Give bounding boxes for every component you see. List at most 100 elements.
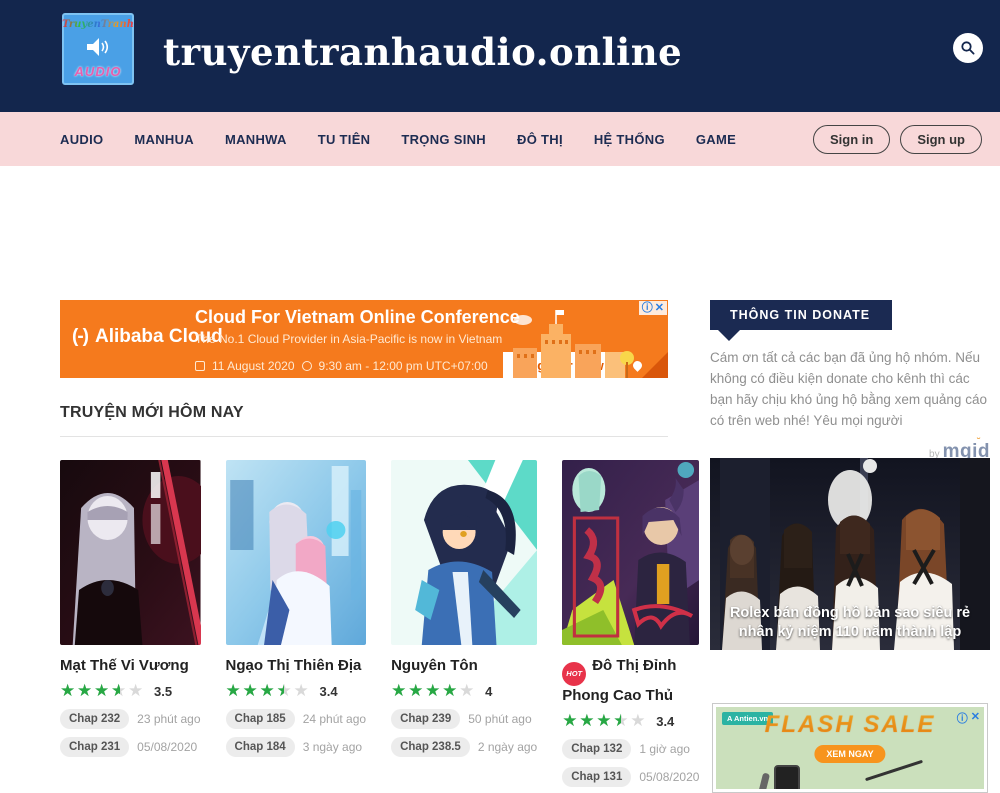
star-icon: ★★ (391, 682, 408, 700)
chapter-pill[interactable]: Chap 239 (391, 709, 460, 729)
search-icon (960, 40, 976, 56)
star-icon: ★★ (226, 682, 243, 700)
ad-info-icon[interactable]: ⓘ (957, 710, 968, 726)
logo-text-audio: AUDIO (75, 64, 122, 79)
star-icon: ★★ (111, 682, 128, 700)
chapter-time: 24 phút ago (303, 712, 366, 726)
nav-item-manhua[interactable]: MANHUA (134, 132, 194, 147)
ad-title: Cloud For Vietnam Online Conference (195, 307, 520, 328)
ad-date: 11 August 2020 (212, 359, 295, 373)
star-icon: ★★ (408, 682, 425, 700)
ad-time: 9:30 am - 12:00 pm UTC+07:00 (319, 359, 488, 373)
comic-card: Mạt Thế Vi Vương ★★★★★★★★★★ 3.5 Chap 232… (60, 460, 201, 787)
flash-sale-inner: A Antien.vn FLASH SALE XEM NGAY ⓘ ✕ (716, 707, 984, 789)
native-ad[interactable]: Rolex bán đồng hồ bản sao siêu rẻ nhân k… (710, 458, 990, 650)
ad-close-icon[interactable]: ✕ (655, 302, 664, 314)
nav-item-hệ-thống[interactable]: HỆ THỐNG (594, 132, 665, 147)
alibaba-brackets-icon: (-) (72, 326, 88, 348)
chapter-row: Chap 132 1 giờ ago (562, 739, 699, 759)
clock-icon (302, 361, 312, 371)
star-icon: ★★ (77, 682, 94, 700)
chapter-pill[interactable]: Chap 184 (226, 737, 295, 757)
donate-text: Cám ơn tất cả các bạn đã ủng hộ nhóm. Nế… (710, 347, 990, 431)
chapter-row: Chap 131 05/08/2020 (562, 767, 699, 787)
section-title: TRUYỆN MỚI HÔM NAY (60, 404, 668, 437)
rating-row: ★★★★★★★★★★ 3.4 (562, 712, 699, 731)
chapter-row: Chap 232 23 phút ago (60, 709, 201, 729)
star-icon: ★★ (442, 682, 459, 700)
speaker-icon (85, 37, 111, 57)
star-icon: ★★ (128, 682, 145, 700)
comic-title[interactable]: HOTĐô Thị Đỉnh Phong Cao Thủ (562, 656, 699, 705)
ad-info-icon[interactable]: ⓘ (642, 302, 653, 314)
nav-items: AUDIO MANHUA MANHWA TU TIÊN TRỌNG SINH ĐÔ THỊ… (60, 132, 736, 147)
star-rating: ★★★★★★★★★★ (60, 682, 145, 701)
chapter-row: Chap 231 05/08/2020 (60, 737, 201, 757)
selfie-stick-graphic (865, 760, 923, 781)
sidebar: THÔNG TIN DONATE Cám ơn tất cả các bạn đ… (710, 300, 990, 463)
comic-cover[interactable] (562, 460, 699, 645)
chapter-time: 3 ngày ago (303, 740, 362, 754)
alibaba-ad-banner[interactable]: (-) Alibaba Cloud Cloud For Vietnam Onli… (60, 300, 668, 378)
star-icon: ★★ (613, 712, 630, 730)
star-icon: ★★ (294, 682, 311, 700)
star-icon: ★★ (243, 682, 260, 700)
nav-item-manhwa[interactable]: MANHWA (225, 132, 287, 147)
star-icon: ★★ (277, 682, 294, 700)
comic-title[interactable]: Nguyên Tôn (391, 656, 537, 675)
main-nav: AUDIO MANHUA MANHWA TU TIÊN TRỌNG SINH ĐÔ THỊ… (0, 112, 1000, 166)
star-icon: ★★ (94, 682, 111, 700)
chapter-pill[interactable]: Chap 232 (60, 709, 129, 729)
comic-cover[interactable] (391, 460, 537, 645)
nav-item-audio[interactable]: AUDIO (60, 132, 103, 147)
logo-text-top: TruyenTranh (62, 19, 134, 30)
rating-row: ★★★★★★★★★★ 3.5 (60, 682, 201, 701)
xem-ngay-button[interactable]: XEM NGAY (814, 745, 885, 763)
chapter-pill[interactable]: Chap 185 (226, 709, 295, 729)
chapter-pill[interactable]: Chap 231 (60, 737, 129, 757)
comic-card: Nguyên Tôn ★★★★★★★★★★ 4 Chap 239 50 phút… (391, 460, 537, 787)
nav-item-trọng-sinh[interactable]: TRỌNG SINH (401, 132, 486, 147)
comic-title[interactable]: Mạt Thế Vi Vương (60, 656, 201, 675)
chapter-pill[interactable]: Chap 131 (562, 767, 631, 787)
search-button[interactable] (953, 33, 983, 63)
microphone-graphic (757, 773, 770, 789)
site-logo[interactable]: TruyenTranh AUDIO (62, 13, 134, 85)
ad-subtitle: The No.1 Cloud Provider in Asia-Pacific … (195, 332, 502, 346)
comic-cover[interactable] (226, 460, 367, 645)
native-ad-caption: Rolex bán đồng hồ bản sao siêu rẻ nhân k… (710, 604, 990, 642)
nav-item-đô-thị[interactable]: ĐÔ THỊ (517, 132, 563, 147)
star-rating: ★★★★★★★★★★ (226, 682, 311, 701)
flash-sale-title: FLASH SALE (716, 711, 984, 739)
chapter-pill[interactable]: Chap 132 (562, 739, 631, 759)
star-rating: ★★★★★★★★★★ (391, 682, 476, 701)
rating-row: ★★★★★★★★★★ 4 (391, 682, 537, 701)
nav-item-game[interactable]: GAME (696, 132, 736, 147)
star-icon: ★★ (630, 712, 647, 730)
sign-up-button[interactable]: Sign up (900, 125, 982, 154)
sign-in-button[interactable]: Sign in (813, 125, 890, 154)
star-icon: ★★ (562, 712, 579, 730)
chapter-time: 1 giờ ago (639, 742, 690, 756)
ad-close-icon[interactable]: ✕ (971, 710, 980, 726)
site-title[interactable]: truyentranhaudio.online (163, 30, 682, 74)
site-header: TruyenTranh AUDIO truyentranhaudio.onlin… (0, 0, 1000, 112)
new-comics-grid: Mạt Thế Vi Vương ★★★★★★★★★★ 3.5 Chap 232… (60, 460, 668, 787)
auth-buttons: Sign in Sign up (813, 125, 982, 154)
chapter-pill[interactable]: Chap 238.5 (391, 737, 470, 757)
nav-item-tu-tiên[interactable]: TU TIÊN (318, 132, 371, 147)
donate-heading: THÔNG TIN DONATE (710, 300, 892, 330)
chapter-time: 50 phút ago (468, 712, 531, 726)
calendar-icon (195, 361, 205, 371)
rating-row: ★★★★★★★★★★ 3.4 (226, 682, 367, 701)
comic-title[interactable]: Ngạo Thị Thiên Địa (226, 656, 367, 675)
chapter-row: Chap 185 24 phút ago (226, 709, 367, 729)
comic-card: HOTĐô Thị Đỉnh Phong Cao Thủ ★★★★★★★★★★ … (562, 460, 699, 787)
rating-value: 4 (485, 684, 492, 699)
chapter-time: 05/08/2020 (137, 740, 197, 754)
adchoices: ⓘ ✕ (957, 710, 980, 726)
chapter-row: Chap 238.5 2 ngày ago (391, 737, 537, 757)
star-icon: ★★ (60, 682, 77, 700)
comic-cover[interactable] (60, 460, 201, 645)
flash-sale-ad[interactable]: A Antien.vn FLASH SALE XEM NGAY ⓘ ✕ (712, 703, 988, 793)
